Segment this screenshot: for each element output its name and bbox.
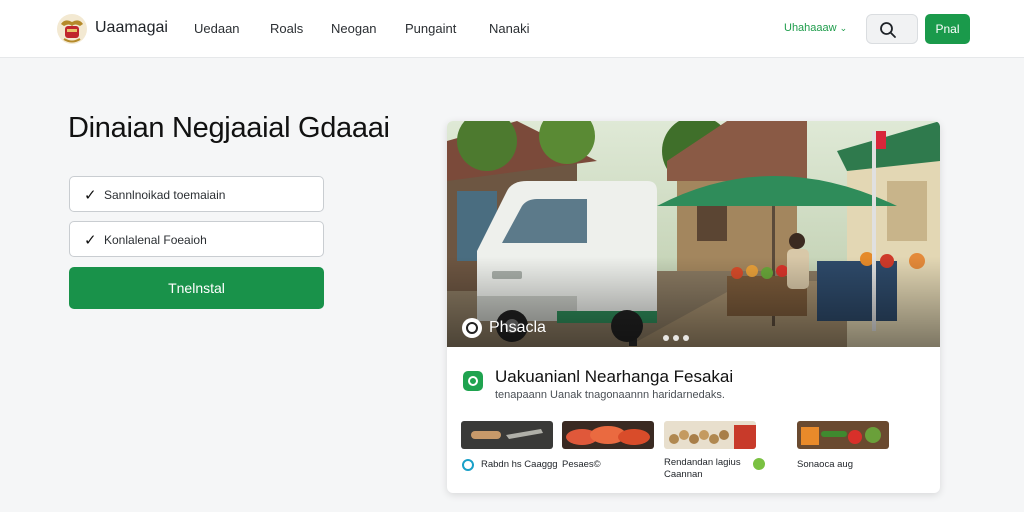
search-button[interactable]: [866, 14, 918, 44]
tag-icon: [753, 458, 765, 470]
feature-card: Phsacla Uakuanianl Nearhanga Fesakai ten…: [447, 121, 940, 493]
page-title: Dinaian Negjaaial Gdaaai: [68, 112, 390, 144]
language-selector[interactable]: Uhahaaaw ⌄: [784, 22, 847, 34]
check-option-1[interactable]: ✓ Sannlnoikad toemaiain: [69, 176, 324, 212]
thumbnail-label: Pesaes©: [562, 459, 601, 470]
thumbnail-label: Rendandan lagius Caannan: [664, 457, 741, 480]
market-street-photo[interactable]: [447, 121, 940, 347]
check-option-2[interactable]: ✓ Konlalenal Foeaioh: [69, 221, 324, 257]
primary-action-button[interactable]: Tnelnstal: [69, 267, 324, 309]
thumbnail-vegetables[interactable]: [797, 421, 889, 449]
card-title: Uakuanianl Nearhanga Fesakai: [495, 367, 734, 386]
nav-item-3[interactable]: Neogan: [331, 21, 377, 36]
photo-caption-text: Phsacla: [489, 319, 546, 337]
carousel-dot[interactable]: [673, 335, 679, 341]
nav-item-4[interactable]: Pungaint: [405, 21, 456, 36]
top-header: Uaamagai Uedaan Roals Neogan Pungaint Na…: [0, 0, 1024, 58]
brand-name[interactable]: Uaamagai: [95, 19, 168, 37]
carousel-dots[interactable]: [663, 328, 693, 346]
nav-item-2[interactable]: Roals: [270, 21, 303, 36]
nav-item-1[interactable]: Uedaan: [194, 21, 240, 36]
card-subtitle: tenapaann Uanak tnagonaannn haridarnedak…: [495, 389, 725, 401]
thumbnail-label: Sonaoca aug: [797, 459, 853, 470]
header-cta-button[interactable]: Pnal: [925, 14, 970, 44]
check-option-label: Konlalenal Foeaioh: [104, 233, 207, 247]
search-icon: [880, 22, 896, 38]
thumbnail-label: Rabdn hs Caaggg: [481, 459, 558, 470]
checkmark-icon: ✓: [84, 187, 97, 204]
location-badge-icon: [463, 371, 483, 391]
carousel-dot[interactable]: [683, 335, 689, 341]
photo-caption: Phsacla: [461, 317, 546, 339]
language-label: Uhahaaaw: [784, 22, 837, 34]
checkmark-icon: ✓: [84, 232, 97, 249]
check-option-label: Sannlnoikad toemaiain: [104, 188, 226, 202]
tag-icon: [462, 459, 474, 471]
thumbnail-tools[interactable]: [461, 421, 553, 449]
camera-icon: [462, 318, 482, 338]
emblem-logo-icon[interactable]: [55, 12, 89, 46]
chevron-down-icon: ⌄: [839, 23, 848, 33]
thumbnail-nuts[interactable]: [664, 421, 756, 449]
thumbnail-fish[interactable]: [562, 421, 654, 449]
carousel-dot[interactable]: [663, 335, 669, 341]
nav-item-5[interactable]: Nanaki: [489, 21, 529, 36]
